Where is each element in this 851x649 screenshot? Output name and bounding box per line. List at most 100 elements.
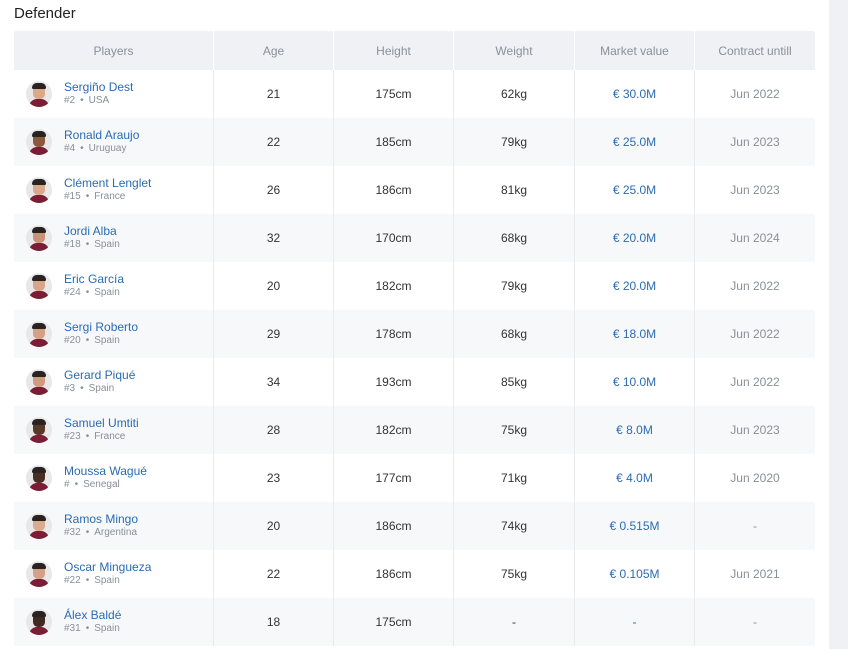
player-country: Spain: [94, 287, 120, 298]
header-weight[interactable]: Weight: [454, 31, 575, 70]
table-row[interactable]: Sergiño Dest #2 • USA 21 175cm 62kg € 30.0…: [14, 70, 815, 118]
meta-separator: •: [74, 479, 79, 490]
table-row[interactable]: Clément Lenglet #15 • France 26 186cm 81kg…: [14, 166, 815, 214]
player-name-link[interactable]: Moussa Wagué: [64, 464, 147, 478]
player-name-link[interactable]: Sergiño Dest: [64, 80, 133, 94]
player-country: France: [94, 191, 126, 202]
market-value-cell: € 30.0M: [575, 70, 695, 118]
header-height[interactable]: Height: [334, 31, 454, 70]
player-avatar[interactable]: [26, 81, 52, 107]
player-cell: Clément Lenglet #15 • France: [14, 166, 214, 214]
table-row[interactable]: Ronald Araujo #4 • Uruguay 22 185cm 79kg €…: [14, 118, 815, 166]
player-avatar[interactable]: [26, 321, 52, 347]
age-cell: 20: [214, 262, 334, 310]
age-cell: 32: [214, 214, 334, 262]
player-cell: Eric García #24 • Spain: [14, 262, 214, 310]
player-name-link[interactable]: Ramos Mingo: [64, 512, 138, 526]
player-info: Jordi Alba #18 • Spain: [64, 224, 120, 252]
player-avatar[interactable]: [26, 561, 52, 587]
player-avatar[interactable]: [26, 417, 52, 443]
age-cell: 28: [214, 406, 334, 454]
player-info: Clément Lenglet #15 • France: [64, 176, 151, 204]
height-cell: 186cm: [334, 550, 454, 598]
player-avatar[interactable]: [26, 225, 52, 251]
player-country: USA: [88, 95, 110, 106]
player-avatar[interactable]: [26, 369, 52, 395]
player-avatar[interactable]: [26, 273, 52, 299]
player-meta: #31 • Spain: [64, 622, 121, 636]
player-number: #23: [64, 431, 81, 442]
player-name-link[interactable]: Ronald Araujo: [64, 128, 139, 142]
table-row[interactable]: Jordi Alba #18 • Spain 32 170cm 68kg € 20.…: [14, 214, 815, 262]
age-cell: 22: [214, 118, 334, 166]
table-row[interactable]: Álex Baldé #31 • Spain 18 175cm - - -: [14, 598, 815, 646]
player-number: #4: [64, 143, 76, 154]
header-contract[interactable]: Contract untill: [695, 31, 815, 70]
contract-cell: -: [753, 519, 757, 533]
player-country: Argentina: [94, 527, 138, 538]
player-avatar[interactable]: [26, 129, 52, 155]
age-cell: 34: [214, 358, 334, 406]
player-cell: Ronald Araujo #4 • Uruguay: [14, 118, 214, 166]
avatar-hair: [32, 179, 46, 185]
player-name-link[interactable]: Jordi Alba: [64, 224, 120, 238]
table-row[interactable]: Ramos Mingo #32 • Argentina 20 186cm 74kg …: [14, 502, 815, 550]
player-name-link[interactable]: Oscar Mingueza: [64, 560, 151, 574]
weight-cell: 81kg: [454, 166, 575, 214]
player-country: Spain: [94, 575, 120, 586]
player-name-link[interactable]: Álex Baldé: [64, 608, 121, 622]
market-value-cell: € 25.0M: [575, 118, 695, 166]
contract-cell: Jun 2020: [730, 471, 780, 485]
age-cell: 20: [214, 502, 334, 550]
table-row[interactable]: Moussa Wagué # • Senegal 23 177cm 71kg € 4…: [14, 454, 815, 502]
market-value-cell: € 20.0M: [575, 214, 695, 262]
table-row[interactable]: Samuel Umtiti #23 • France 28 182cm 75kg €…: [14, 406, 815, 454]
weight-cell: 79kg: [454, 262, 575, 310]
header-players[interactable]: Players: [14, 31, 214, 70]
weight-cell: 85kg: [454, 358, 575, 406]
player-info: Moussa Wagué # • Senegal: [64, 464, 147, 492]
weight-cell: 74kg: [454, 502, 575, 550]
player-avatar[interactable]: [26, 465, 52, 491]
scrollbar-track[interactable]: [829, 0, 851, 649]
contract-cell: Jun 2023: [730, 423, 780, 437]
height-cell: 186cm: [334, 166, 454, 214]
avatar-shirt: [29, 339, 49, 347]
player-country: Spain: [88, 383, 115, 394]
weight-cell: 68kg: [454, 310, 575, 358]
header-age[interactable]: Age: [214, 31, 334, 70]
player-avatar[interactable]: [26, 513, 52, 539]
contract-cell: Jun 2023: [730, 183, 780, 197]
player-cell: Álex Baldé #31 • Spain: [14, 598, 214, 646]
avatar-shirt: [29, 147, 49, 155]
player-cell: Ramos Mingo #32 • Argentina: [14, 502, 214, 550]
player-info: Ramos Mingo #32 • Argentina: [64, 512, 138, 540]
player-name-link[interactable]: Sergi Roberto: [64, 320, 138, 334]
avatar-shirt: [29, 627, 49, 635]
table-row[interactable]: Eric García #24 • Spain 20 182cm 79kg € 20…: [14, 262, 815, 310]
player-name-link[interactable]: Samuel Umtiti: [64, 416, 139, 430]
player-avatar[interactable]: [26, 177, 52, 203]
avatar-hair: [32, 515, 46, 521]
table-row[interactable]: Sergi Roberto #20 • Spain 29 178cm 68kg € …: [14, 310, 815, 358]
player-meta: #32 • Argentina: [64, 526, 138, 540]
contract-cell: Jun 2022: [730, 375, 780, 389]
weight-cell: -: [454, 598, 575, 646]
player-info: Gerard Piqué #3 • Spain: [64, 368, 135, 396]
avatar-shirt: [29, 483, 49, 491]
contract-cell: -: [753, 615, 757, 629]
table-row[interactable]: Gerard Piqué #3 • Spain 34 193cm 85kg € 10…: [14, 358, 815, 406]
market-value-cell: € 8.0M: [575, 406, 695, 454]
player-country: Spain: [94, 239, 120, 250]
player-name-link[interactable]: Gerard Piqué: [64, 368, 135, 382]
table-row[interactable]: Oscar Mingueza #22 • Spain 22 186cm 75kg €…: [14, 550, 815, 598]
player-name-link[interactable]: Eric García: [64, 272, 124, 286]
squad-page: Defender Players Age Height Weight Marke…: [0, 0, 829, 649]
header-market-value[interactable]: Market value: [575, 31, 695, 70]
player-number: #32: [64, 527, 81, 538]
market-value-cell: € 4.0M: [575, 454, 695, 502]
weight-cell: 75kg: [454, 406, 575, 454]
player-name-link[interactable]: Clément Lenglet: [64, 176, 151, 190]
player-avatar[interactable]: [26, 609, 52, 635]
player-number: #2: [64, 95, 76, 106]
